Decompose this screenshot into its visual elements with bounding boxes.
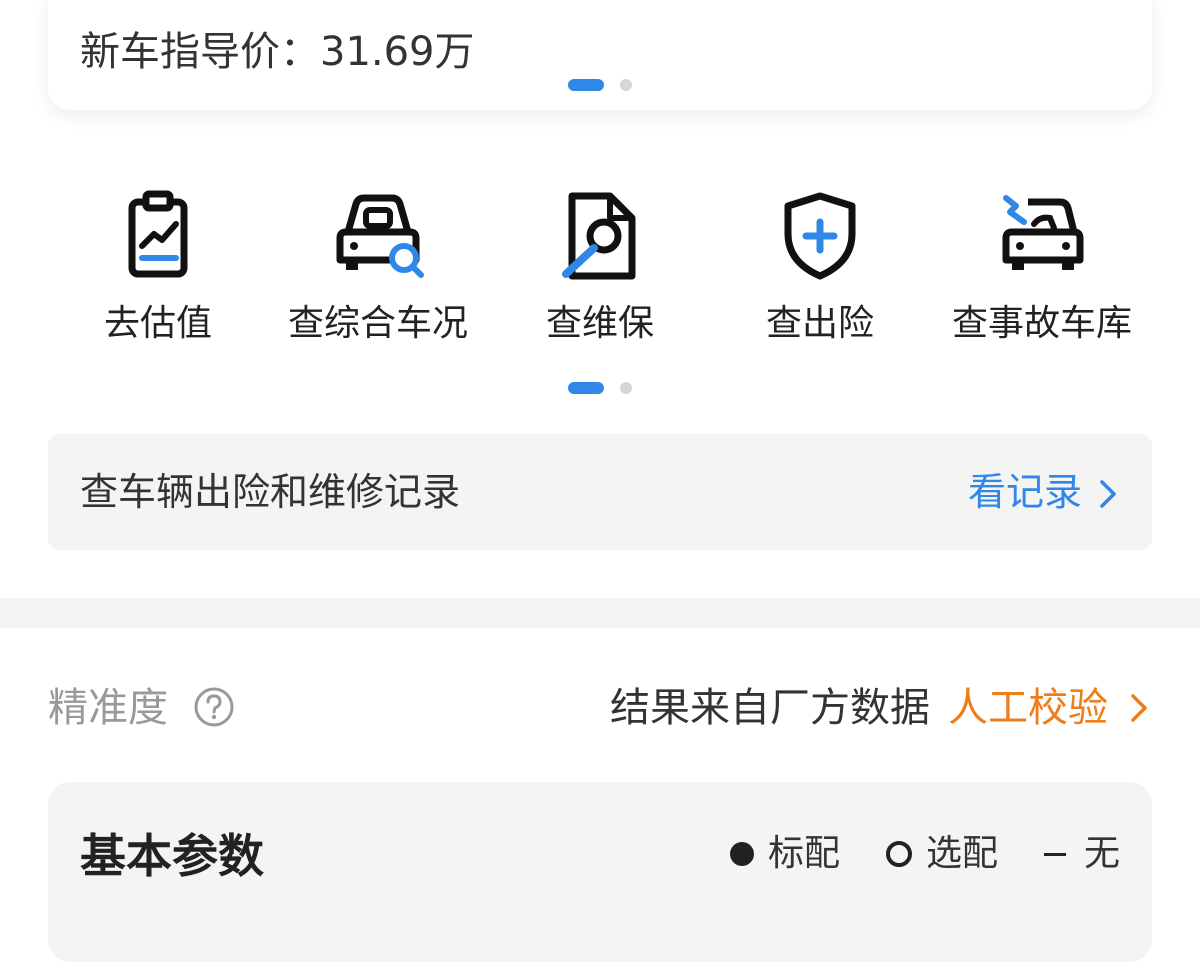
chevron-right-icon: [1100, 480, 1116, 508]
function-valuation[interactable]: 去估值: [48, 188, 268, 358]
function-label: 查事故车库: [951, 303, 1132, 344]
filled-dot-icon: [729, 842, 754, 866]
section-divider: [0, 598, 1200, 628]
view-records-link[interactable]: 看记录: [968, 466, 1082, 518]
hollow-dot-icon: [885, 841, 912, 867]
function-label: 查出险: [765, 303, 874, 344]
insurance-shield-plus-icon: [784, 192, 856, 280]
data-source-text: 结果来自厂方数据: [610, 685, 930, 731]
records-banner[interactable]: 查车辆出险和维修记录 看记录: [48, 434, 1152, 550]
maintenance-wrench-document-icon: [562, 192, 636, 280]
valuation-clipboard-chart-icon: [128, 190, 188, 278]
config-legend: 标配 选配 无: [684, 828, 1120, 880]
accuracy-label: 精准度: [48, 685, 168, 731]
function-accident-cars[interactable]: 查事故车库: [932, 188, 1152, 358]
function-maintenance[interactable]: 查维保: [490, 188, 710, 358]
legend-none: 无: [1043, 830, 1120, 878]
legend-standard: 标配: [729, 830, 840, 878]
legend-optional-label: 选配: [925, 833, 998, 874]
pager-dot-active: [568, 79, 604, 91]
manual-verify-link[interactable]: 人工校验: [948, 682, 1108, 734]
price-card-pager: [568, 79, 632, 91]
pager-dot-active: [568, 382, 604, 394]
legend-optional: 选配: [885, 830, 998, 878]
car-search-icon: [336, 194, 424, 278]
legend-none-label: 无: [1083, 833, 1120, 874]
dash-icon: [1043, 852, 1066, 856]
accuracy-source-row: 结果来自厂方数据 人工校验: [610, 682, 1152, 734]
legend-standard-label: 标配: [767, 833, 840, 874]
basic-params-title: 基本参数: [80, 829, 264, 883]
records-banner-text: 查车辆出险和维修记录: [80, 470, 461, 514]
function-vehicle-condition[interactable]: 查综合车况: [268, 188, 488, 358]
question-circle-icon[interactable]: [193, 686, 235, 728]
function-label: 查综合车况: [287, 303, 468, 344]
function-label: 查维保: [545, 303, 654, 344]
guide-price-text: 新车指导价：31.69万: [80, 29, 475, 75]
basic-params-card: 基本参数 标配 选配 无: [48, 782, 1152, 962]
function-pager: [568, 382, 632, 394]
chevron-right-icon: [1131, 694, 1147, 722]
function-insurance-claims[interactable]: 查出险: [710, 188, 930, 358]
accident-car-icon: [1002, 195, 1084, 270]
function-shortcuts: 去估值 查综合车况 查维保 查出险 查事故车库: [0, 188, 1200, 358]
pager-dot-inactive: [620, 382, 632, 394]
function-label: 去估值: [103, 303, 212, 344]
pager-dot-inactive: [620, 79, 632, 91]
